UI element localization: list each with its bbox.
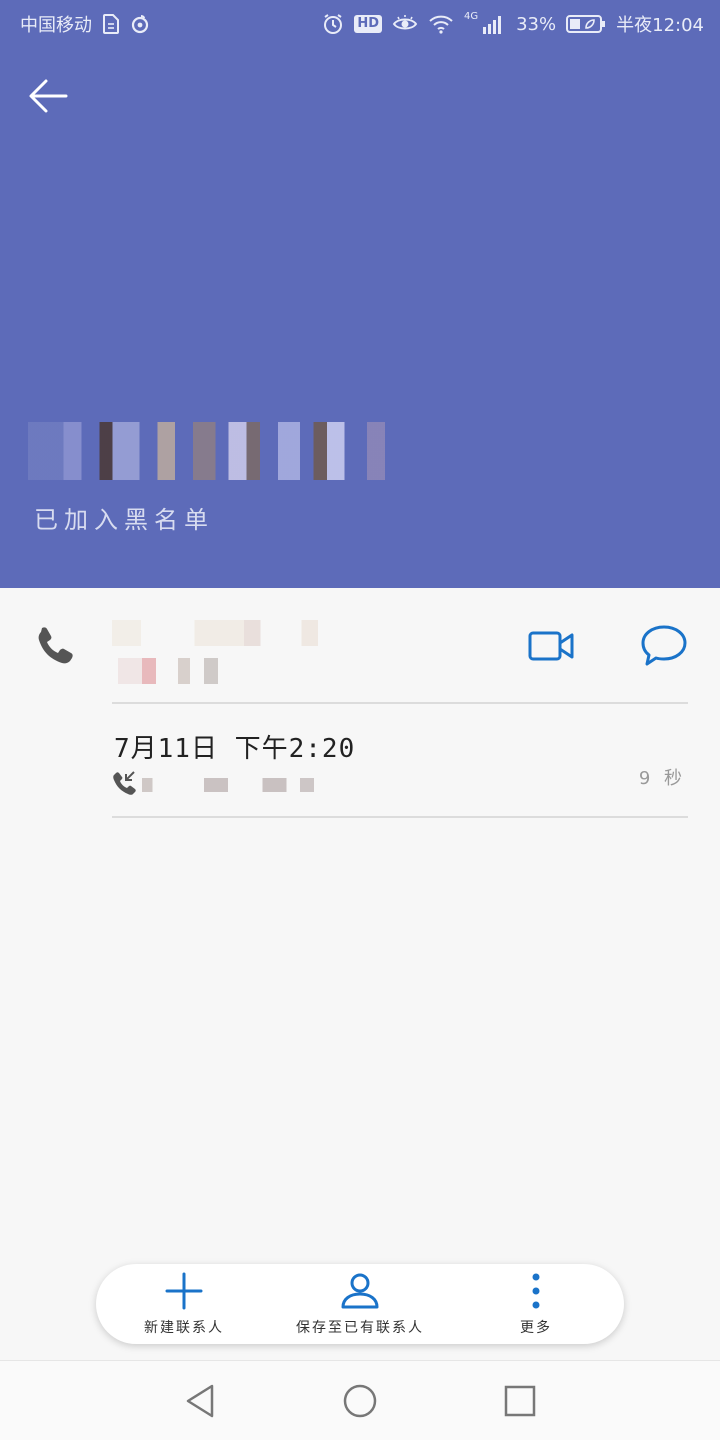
bottom-action-bar: 新建联系人 保存至已有联系人 更多 [96,1264,624,1344]
phone-number-redacted [112,620,318,646]
new-contact-label: 新建联系人 [144,1320,224,1336]
blocklist-status-label: 已加入黑名单 [34,506,214,534]
battery-percent: 33% [516,13,557,35]
carrier-label: 中国移动 [20,15,92,36]
nav-back-triangle-icon[interactable] [180,1381,220,1421]
phone-number-row[interactable] [0,588,720,704]
arrow-left-icon [29,79,68,113]
nav-home-circle-icon[interactable] [340,1381,380,1421]
contact-header: 中国移动 HD 4G 33% 半夜12:04 已加入黑名单 [0,0,720,588]
call-duration: 9 秒 [638,768,686,789]
more-button[interactable]: 更多 [448,1264,624,1344]
call-log-entry: 7月11日 下午2:20 9 秒 [0,704,720,818]
status-right: HD 4G 33% 半夜12:04 [322,11,704,37]
eye-comfort-icon [392,15,418,30]
phone-icon [38,627,73,664]
contact-detail-content: 7月11日 下午2:20 9 秒 [0,588,720,1360]
nav-recents-square-icon[interactable] [500,1381,540,1421]
video-call-button[interactable] [526,624,578,668]
status-bar: 中国移动 HD 4G 33% 半夜12:04 [0,0,720,48]
save-to-existing-contact-button[interactable]: 保存至已有联系人 [272,1264,448,1344]
alarm-icon [324,14,343,34]
system-navigation-bar [0,1360,720,1440]
signal-strength-icon [483,16,502,34]
plus-icon [165,1272,203,1310]
wifi-icon [429,15,453,34]
message-button[interactable] [638,622,690,670]
divider [112,816,688,818]
netease-music-icon [131,15,149,34]
battery-icon [566,15,606,33]
incoming-call-icon [113,771,136,795]
status-left: 中国移动 [20,11,150,37]
more-label: 更多 [520,1320,552,1336]
network-type-label: 4G [463,10,479,22]
new-contact-button[interactable]: 新建联系人 [96,1264,272,1344]
more-vertical-icon [532,1273,540,1309]
sim-card-icon [103,14,119,34]
message-icon [641,625,687,666]
video-call-icon [528,631,574,661]
person-icon [341,1273,379,1309]
call-number-redacted [142,778,314,792]
call-datetime: 7月11日 下午2:20 [114,734,356,764]
back-button[interactable] [24,74,72,118]
contact-name-redacted [28,422,474,480]
save-to-existing-label: 保存至已有联系人 [296,1320,424,1336]
clock: 半夜12:04 [616,15,704,36]
phone-location-redacted [118,658,218,684]
hd-badge: HD [354,15,382,33]
